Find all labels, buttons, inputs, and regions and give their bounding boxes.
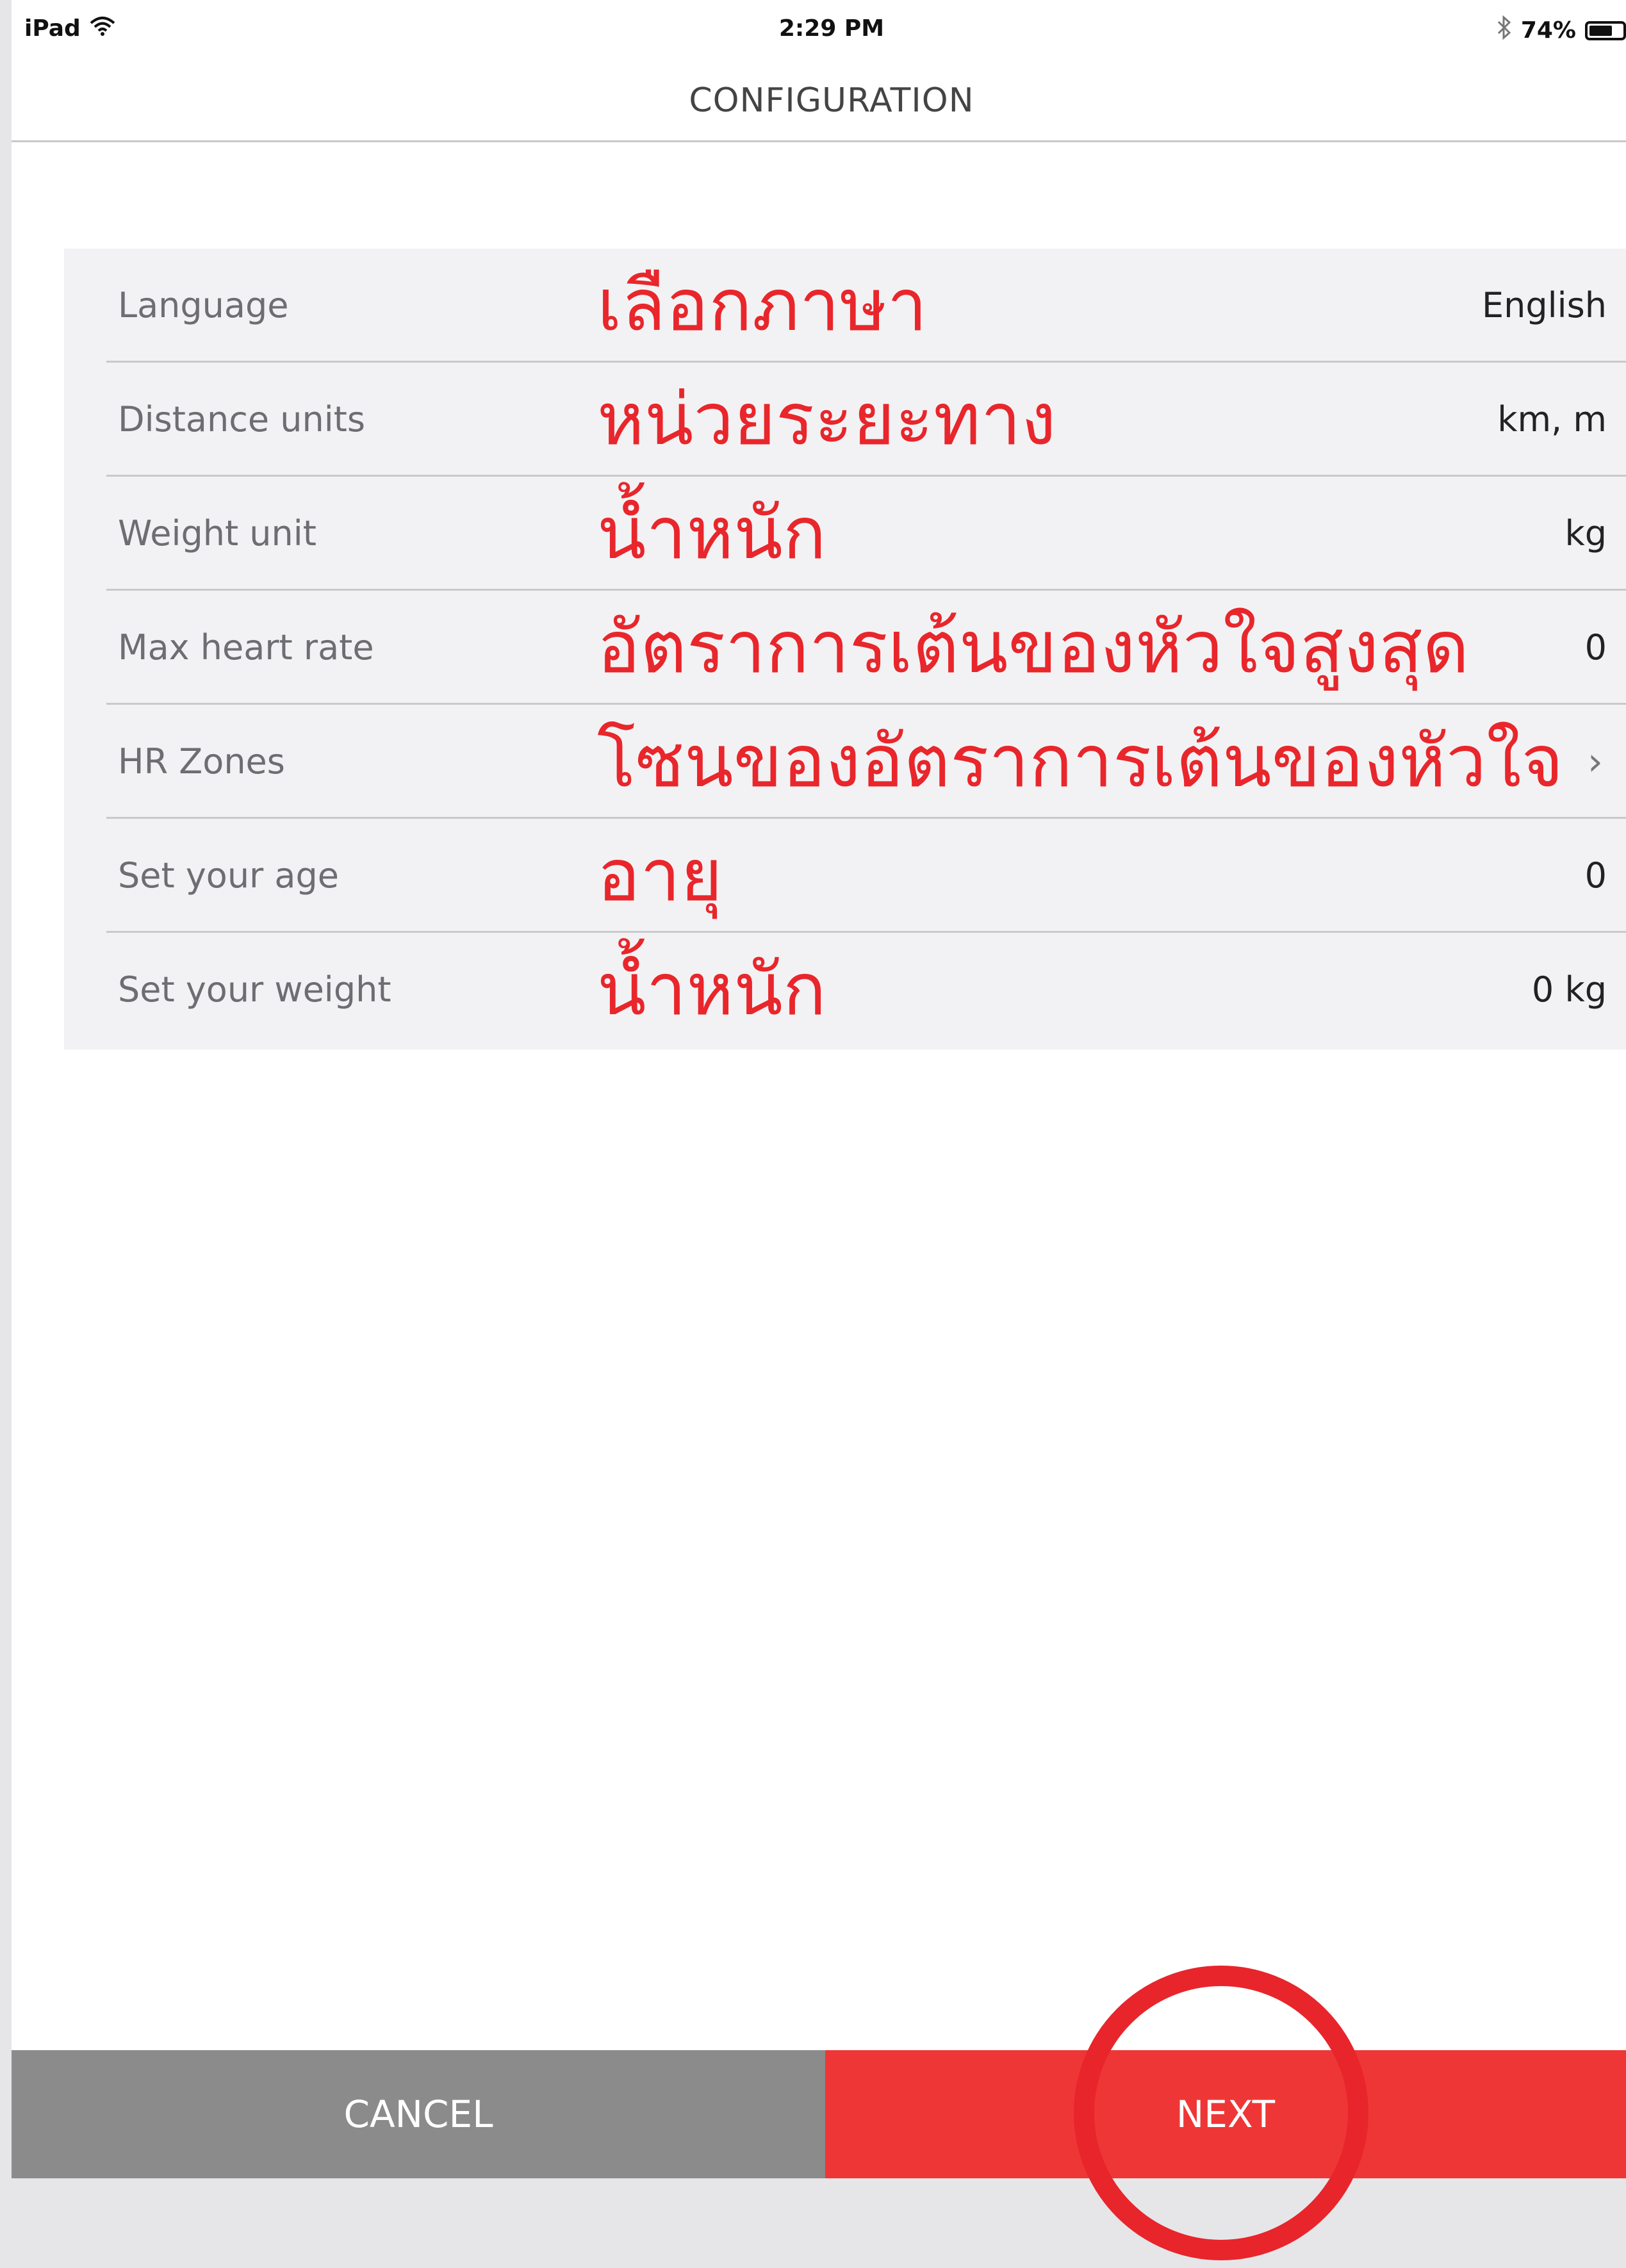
- cancel-button[interactable]: CANCEL: [12, 2050, 825, 2178]
- navigation-bar: CONFIGURATION: [12, 59, 1626, 142]
- annotation-text: โซนของอัตราการเต้นของหัวใจ: [597, 720, 1564, 803]
- setting-row-distance-units[interactable]: Distance units หน่วยระยะทาง km, m: [64, 363, 1626, 477]
- annotation-text: เลือกภาษา: [597, 264, 928, 347]
- setting-label: Set your weight: [118, 969, 391, 1010]
- setting-row-weight[interactable]: Set your weight น้ำหนัก 0 kg: [64, 933, 1626, 1047]
- status-bar: iPad 2:29 PM 74%: [12, 0, 1626, 59]
- battery-percent: 74%: [1520, 17, 1576, 44]
- battery-fill: [1589, 25, 1613, 36]
- setting-label: Weight unit: [118, 513, 316, 554]
- setting-row-age[interactable]: Set your age อายุ 0: [64, 819, 1626, 933]
- setting-row-weight-unit[interactable]: Weight unit น้ำหนัก kg: [64, 477, 1626, 591]
- bottom-action-bar: CANCEL NEXT: [12, 2050, 1626, 2178]
- setting-label: Language: [118, 285, 289, 325]
- annotation-text: อายุ: [597, 834, 723, 917]
- status-time: 2:29 PM: [778, 15, 885, 42]
- annotation-text: หน่วยระยะทาง: [597, 378, 1056, 461]
- setting-value: English: [1482, 285, 1607, 325]
- setting-row-max-heart-rate[interactable]: Max heart rate อัตราการเต้นของหัวใจสูงสุ…: [64, 591, 1626, 705]
- setting-value: km, m: [1497, 399, 1607, 440]
- settings-list: Language เลือกภาษา English Distance unit…: [64, 249, 1626, 1049]
- setting-value: 0 kg: [1531, 969, 1607, 1010]
- setting-label: Max heart rate: [118, 627, 374, 668]
- setting-label: Distance units: [118, 399, 366, 440]
- page-title: CONFIGURATION: [689, 81, 974, 120]
- annotation-text: น้ำหนัก: [597, 492, 826, 575]
- bluetooth-icon: [1497, 15, 1512, 45]
- annotation-text: อัตราการเต้นของหัวใจสูงสุด: [597, 606, 1470, 689]
- setting-label: HR Zones: [118, 741, 285, 782]
- setting-row-hr-zones[interactable]: HR Zones โซนของอัตราการเต้นของหัวใจ ›: [64, 705, 1626, 819]
- setting-label: Set your age: [118, 855, 340, 896]
- chevron-right-icon: ›: [1588, 739, 1603, 784]
- status-right: 74%: [1497, 15, 1626, 45]
- annotation-text: น้ำหนัก: [597, 948, 826, 1031]
- next-button[interactable]: NEXT: [825, 2050, 1626, 2178]
- setting-value: kg: [1564, 513, 1607, 554]
- app-screen: iPad 2:29 PM 74% CONFIGURATION Language …: [12, 0, 1626, 2178]
- battery-icon: [1585, 21, 1626, 40]
- setting-value: 0: [1584, 855, 1607, 896]
- setting-value: 0: [1584, 627, 1607, 668]
- setting-row-language[interactable]: Language เลือกภาษา English: [64, 249, 1626, 363]
